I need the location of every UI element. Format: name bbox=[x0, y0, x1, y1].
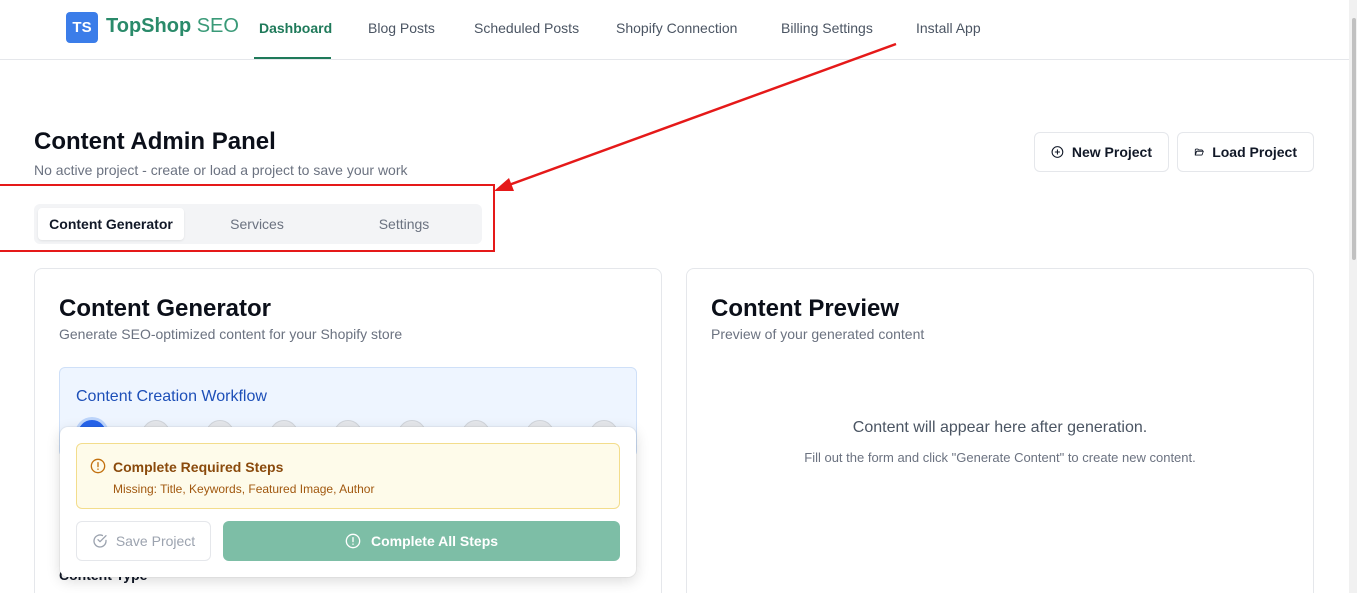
workflow-title: Content Creation Workflow bbox=[76, 388, 267, 405]
required-steps-popup: Complete Required Steps Missing: Title, … bbox=[60, 427, 636, 577]
preview-empty-subtitle: Fill out the form and click "Generate Co… bbox=[804, 450, 1196, 465]
annotation-highlight-box bbox=[0, 184, 495, 252]
alert-title: Complete Required Steps bbox=[113, 459, 284, 475]
complete-all-steps-button[interactable]: Complete All Steps bbox=[223, 521, 620, 561]
new-project-label: New Project bbox=[1071, 144, 1152, 160]
brand-name-suffix: SEO bbox=[196, 15, 239, 37]
load-project-button[interactable]: Load Project bbox=[1177, 132, 1314, 172]
plus-circle-icon bbox=[1051, 146, 1064, 158]
preview-subtitle: Preview of your generated content bbox=[711, 326, 925, 342]
save-project-button[interactable]: Save Project bbox=[76, 521, 211, 561]
required-steps-alert: Complete Required Steps Missing: Title, … bbox=[76, 443, 620, 509]
brand-name[interactable]: TopShop SEO bbox=[106, 15, 239, 38]
alert-message: Missing: Title, Keywords, Featured Image… bbox=[113, 482, 375, 496]
content-preview-card: Content Preview Preview of your generate… bbox=[686, 268, 1314, 593]
check-circle-icon bbox=[93, 534, 107, 548]
page-title: Content Admin Panel bbox=[34, 128, 276, 155]
generator-subtitle: Generate SEO-optimized content for your … bbox=[59, 326, 403, 342]
folder-open-icon bbox=[1194, 148, 1204, 156]
nav-shopify-connection[interactable]: Shopify Connection bbox=[616, 20, 737, 36]
top-navbar: TS TopShop SEO Dashboard Blog Posts Sche… bbox=[0, 0, 1349, 60]
nav-billing-settings[interactable]: Billing Settings bbox=[781, 20, 873, 36]
nav-scheduled-posts[interactable]: Scheduled Posts bbox=[474, 20, 579, 36]
generator-title: Content Generator bbox=[59, 295, 272, 322]
page-subtitle: No active project - create or load a pro… bbox=[34, 162, 408, 178]
complete-all-steps-label: Complete All Steps bbox=[370, 533, 499, 549]
preview-title: Content Preview bbox=[711, 295, 900, 322]
save-project-label: Save Project bbox=[115, 533, 196, 549]
new-project-button[interactable]: New Project bbox=[1034, 132, 1169, 172]
nav-active-indicator bbox=[254, 57, 331, 59]
alert-circle-icon bbox=[345, 533, 361, 549]
brand-name-main: TopShop bbox=[106, 15, 192, 37]
nav-install-app[interactable]: Install App bbox=[916, 20, 981, 36]
nav-blog-posts[interactable]: Blog Posts bbox=[368, 20, 435, 36]
load-project-label: Load Project bbox=[1212, 144, 1297, 160]
nav-dashboard[interactable]: Dashboard bbox=[259, 20, 332, 36]
preview-empty-title: Content will appear here after generatio… bbox=[852, 419, 1148, 436]
alert-circle-icon bbox=[90, 458, 106, 474]
logo-badge[interactable]: TS bbox=[66, 12, 98, 43]
scrollbar-thumb[interactable] bbox=[1352, 18, 1356, 260]
